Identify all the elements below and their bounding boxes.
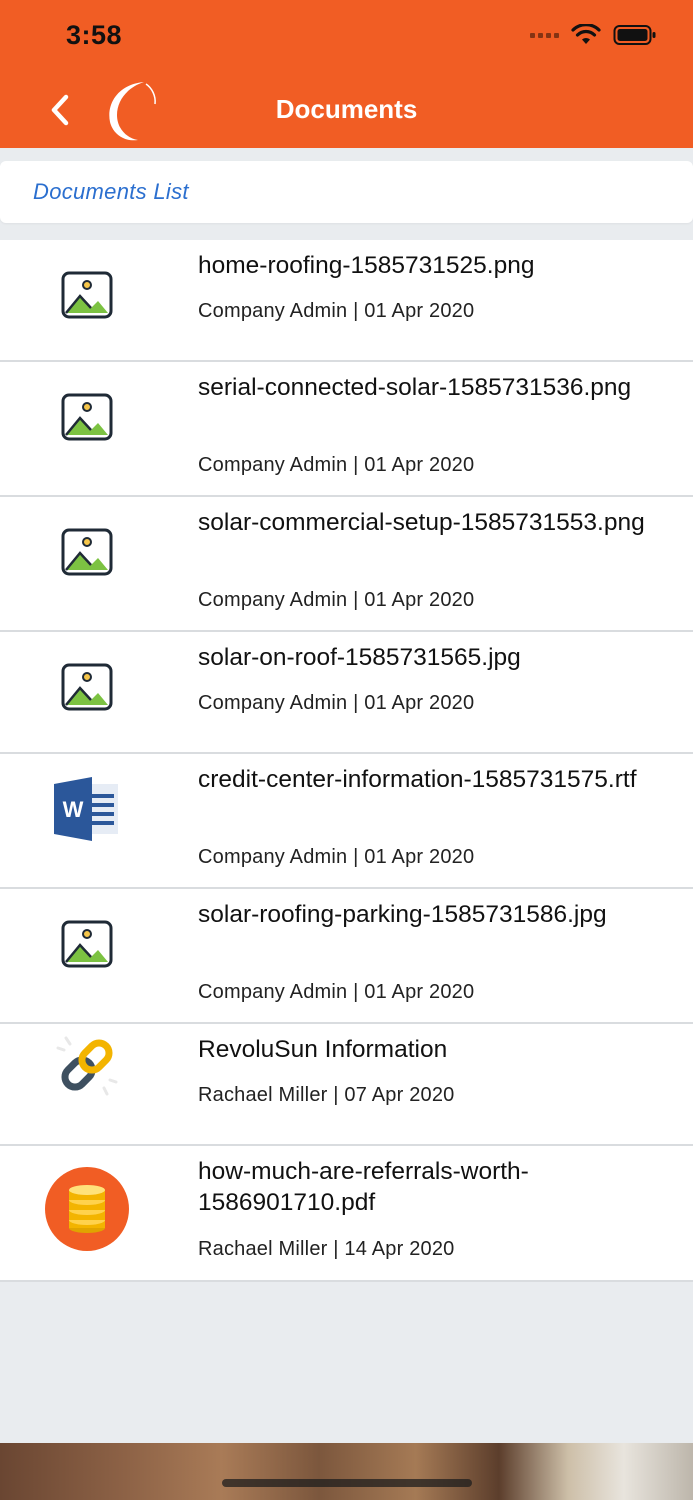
list-item[interactable]: W credit-center-information-1585731575.r… <box>0 754 693 889</box>
home-indicator[interactable] <box>222 1479 472 1487</box>
document-meta: Company Admin | 01 Apr 2020 <box>198 300 475 322</box>
document-name: home-roofing-1585731525.png <box>198 252 535 279</box>
link-icon <box>52 1030 122 1100</box>
list-item[interactable]: solar-commercial-setup-1585731553.png Co… <box>0 497 693 632</box>
document-meta: Rachael Miller | 07 Apr 2020 <box>198 1084 455 1106</box>
image-file-icon <box>52 652 122 722</box>
section-title: Documents List <box>33 179 189 204</box>
document-meta: Company Admin | 01 Apr 2020 <box>198 589 475 611</box>
document-meta: Company Admin | 01 Apr 2020 <box>198 981 475 1003</box>
document-meta: Rachael Miller | 14 Apr 2020 <box>198 1238 455 1260</box>
coins-icon <box>44 1166 130 1252</box>
image-file-icon <box>52 909 122 979</box>
document-meta: Company Admin | 01 Apr 2020 <box>198 846 475 868</box>
document-name: credit-center-information-1585731575.rtf <box>198 766 637 793</box>
image-file-icon <box>52 382 122 452</box>
documents-list-header: Documents List <box>0 161 693 223</box>
list-item[interactable]: serial-connected-solar-1585731536.png Co… <box>0 362 693 497</box>
image-file-icon <box>52 260 122 330</box>
document-meta: Company Admin | 01 Apr 2020 <box>198 692 475 714</box>
list-item[interactable]: how-much-are-referrals-worth-1586901710.… <box>0 1146 693 1282</box>
document-meta: Company Admin | 01 Apr 2020 <box>198 454 475 476</box>
document-name: how-much-are-referrals-worth-1586901710.… <box>198 1158 529 1216</box>
list-item[interactable]: home-roofing-1585731525.png Company Admi… <box>0 240 693 362</box>
document-name: solar-on-roof-1585731565.jpg <box>198 644 521 671</box>
list-item[interactable]: solar-roofing-parking-1585731586.jpg Com… <box>0 889 693 1024</box>
document-name: solar-roofing-parking-1585731586.jpg <box>198 901 607 928</box>
page-title: Documents <box>275 94 418 124</box>
image-file-icon <box>52 517 122 587</box>
document-name: solar-commercial-setup-1585731553.png <box>198 509 645 536</box>
list-item[interactable]: solar-on-roof-1585731565.jpg Company Adm… <box>0 632 693 754</box>
svg-text:W: W <box>63 797 84 822</box>
signal-icon <box>530 32 559 38</box>
list-item[interactable]: RevoluSun Information Rachael Miller | 0… <box>0 1024 693 1146</box>
wifi-icon <box>571 24 601 44</box>
document-name: serial-connected-solar-1585731536.png <box>198 374 632 401</box>
battery-icon <box>613 25 656 45</box>
status-time: 3:58 <box>66 20 123 50</box>
app-header: 3:58 Documents <box>0 0 693 148</box>
document-name: RevoluSun Information <box>198 1036 448 1063</box>
word-document-icon: W <box>52 774 122 844</box>
status-icons <box>530 24 657 46</box>
background-photo <box>0 1443 693 1500</box>
